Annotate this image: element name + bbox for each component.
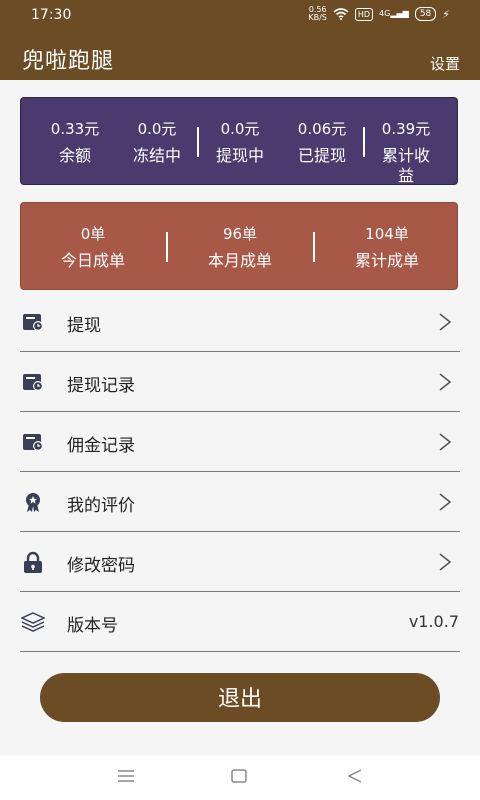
app-bar: 兜啦跑腿 设置 bbox=[0, 32, 480, 80]
stat-value: 0.0元 bbox=[220, 120, 260, 138]
menu-item-version: 版本号 v1.0.7 bbox=[0, 592, 480, 652]
stat-divider bbox=[313, 232, 315, 262]
stat-divider bbox=[197, 127, 199, 157]
stat-label: 余额 bbox=[58, 146, 91, 165]
net-speed-unit: KB/S bbox=[308, 13, 327, 22]
stat-label: 本月成单 bbox=[207, 251, 273, 270]
stat-value: 0.39元 bbox=[381, 120, 431, 138]
battery-level: 58 bbox=[419, 9, 432, 19]
menu-item-withdraw-records[interactable]: 提现记录 bbox=[0, 352, 480, 412]
menu-item-change-password[interactable]: 修改密码 bbox=[0, 532, 480, 592]
stat-label: 今日成单 bbox=[60, 251, 126, 270]
stat-value: 0.33元 bbox=[50, 120, 100, 138]
chevron-right-icon bbox=[439, 493, 452, 511]
settings-button[interactable]: 设置 bbox=[430, 53, 460, 74]
stat-value: 0.0元 bbox=[137, 120, 177, 138]
menu-item-label: 佣金记录 bbox=[67, 436, 135, 456]
menu-item-withdraw[interactable]: 提现 bbox=[0, 292, 480, 352]
status-time: 17:30 bbox=[31, 7, 72, 23]
layers-icon bbox=[21, 612, 45, 632]
signal-label: 4G bbox=[379, 9, 391, 18]
stat-orders-total: 104单 累计成单 bbox=[355, 225, 419, 271]
menu-item-label: 我的评价 bbox=[67, 496, 135, 516]
status-icons: 0.56 KB/S HD 4G▂▄▆ 58 ⚡ bbox=[308, 6, 450, 22]
chevron-right-icon bbox=[439, 373, 452, 391]
menu-item-label: 提现记录 bbox=[67, 376, 135, 396]
stat-frozen: 0.0元 冻结中 bbox=[133, 120, 181, 166]
stat-label: 冻结中 bbox=[132, 146, 182, 165]
wifi-icon bbox=[333, 8, 349, 20]
menu-icon[interactable] bbox=[117, 769, 135, 783]
wallet-clock-icon bbox=[23, 314, 43, 331]
stat-value: 96单 bbox=[222, 225, 258, 243]
stat-orders-today: 0单 今日成单 bbox=[61, 225, 125, 271]
charging-icon: ⚡ bbox=[442, 7, 450, 21]
chevron-right-icon bbox=[439, 313, 452, 331]
stat-label: 累计成单 bbox=[354, 251, 420, 270]
stat-balance: 0.33元 余额 bbox=[51, 120, 99, 166]
system-nav-bar bbox=[0, 755, 480, 800]
version-value: v1.0.7 bbox=[408, 612, 459, 631]
earnings-card: 0.33元 余额 0.0元 冻结中 0.0元 提现中 0.06元 已提现 0.3… bbox=[20, 97, 458, 185]
menu-item-label: 修改密码 bbox=[67, 556, 135, 576]
menu-item-label: 提现 bbox=[67, 316, 101, 336]
menu-list: 提现 提现记录 佣金记录 我的评价 修改密码 版本号 v1.0.7 bbox=[0, 292, 480, 652]
status-bar: 17:30 0.56 KB/S HD 4G▂▄▆ 58 ⚡ bbox=[0, 0, 480, 32]
stat-label: 累计收益 bbox=[381, 146, 430, 185]
stat-withdrawn: 0.06元 已提现 bbox=[298, 120, 346, 166]
stat-label: 提现中 bbox=[215, 146, 265, 165]
row-divider bbox=[20, 651, 460, 652]
net-speed: 0.56 KB/S bbox=[308, 6, 327, 22]
signal-icon: 4G▂▄▆ bbox=[379, 9, 409, 18]
stat-divider bbox=[166, 232, 168, 262]
chevron-right-icon bbox=[439, 433, 452, 451]
stat-value: 104单 bbox=[365, 225, 409, 243]
wallet-clock-icon bbox=[23, 374, 43, 391]
stat-value: 0单 bbox=[80, 225, 106, 243]
stat-label: 已提现 bbox=[297, 146, 346, 165]
app-title: 兜啦跑腿 bbox=[22, 49, 115, 74]
stat-withdrawing: 0.0元 提现中 bbox=[216, 120, 264, 166]
menu-item-my-reviews[interactable]: 我的评价 bbox=[0, 472, 480, 532]
stat-value: 0.06元 bbox=[297, 120, 347, 138]
battery-icon: 58 bbox=[414, 7, 437, 21]
orders-card: 0单 今日成单 96单 本月成单 104单 累计成单 bbox=[20, 202, 458, 290]
wallet-clock-icon bbox=[23, 434, 43, 451]
hd-badge: HD bbox=[354, 7, 374, 21]
logout-button[interactable]: 退出 bbox=[40, 673, 440, 722]
stat-total-income: 0.39元 累计收益 bbox=[381, 120, 432, 186]
stat-orders-month: 96单 本月成单 bbox=[208, 225, 272, 271]
home-icon[interactable] bbox=[231, 769, 247, 783]
lock-icon bbox=[24, 551, 42, 573]
back-icon[interactable] bbox=[347, 769, 363, 783]
stat-divider bbox=[363, 127, 365, 157]
badge-star-icon bbox=[26, 493, 40, 512]
menu-item-commission-records[interactable]: 佣金记录 bbox=[0, 412, 480, 472]
menu-item-label: 版本号 bbox=[67, 616, 118, 636]
chevron-right-icon bbox=[439, 553, 452, 571]
